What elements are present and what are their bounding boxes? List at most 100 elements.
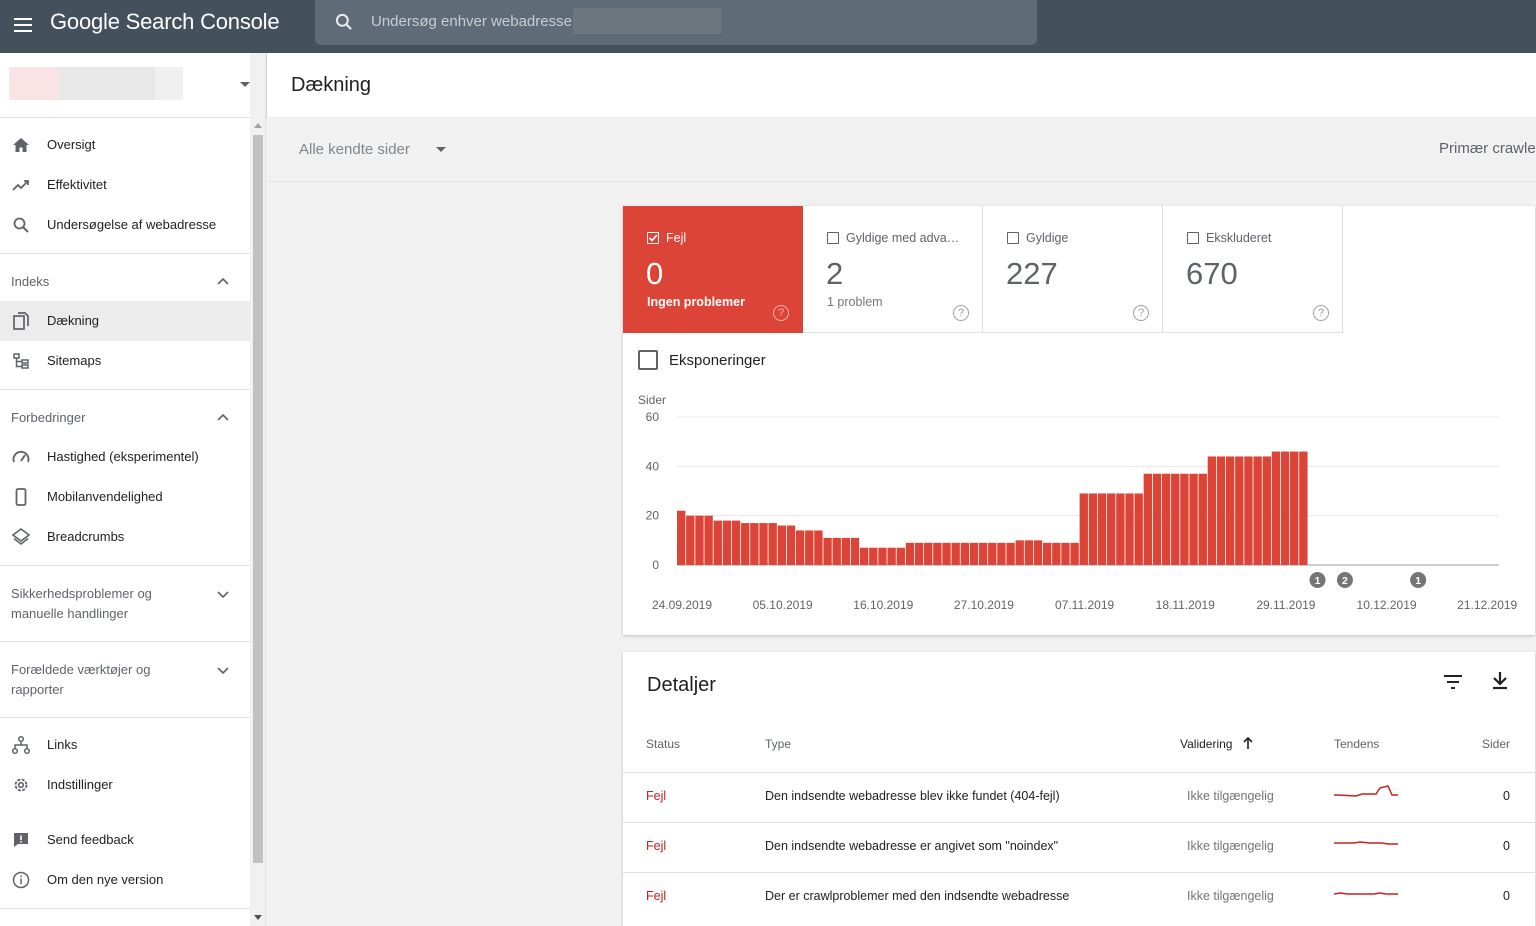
status-tile-errors[interactable]: Fejl 0 Ingen problemer? [623,206,803,333]
pages-filter-select[interactable]: Alle kendte sider [299,141,410,158]
chart-bar [869,547,878,565]
column-trend[interactable]: Tendens [1334,737,1379,751]
trend-sparkline [1334,892,1398,895]
sidebar-item-undersøgelse-af-webadresse[interactable]: Undersøgelse af webadresse [0,205,250,245]
sidebar-item-indstillinger[interactable]: Indstillinger [0,765,250,805]
menu-icon[interactable] [11,13,35,37]
chart-bar [1079,493,1088,565]
chart-bar [1244,456,1253,565]
redacted-text [573,8,721,34]
row-type: Der er crawlproblemer med den indsendte … [765,889,1070,903]
help-icon[interactable]: ? [773,305,789,321]
x-tick-label: 10.12.2019 [1357,598,1417,612]
checkbox[interactable] [638,350,658,370]
chart-bar [841,537,851,565]
chart-bar [1161,473,1171,565]
chart-bar [814,530,823,565]
filter-icon[interactable] [1443,672,1463,692]
chart-bar [786,525,796,565]
section-index[interactable]: Indeks [0,262,250,302]
chart-bar [777,525,786,565]
section-enhancements[interactable]: Forbedringer [0,398,250,438]
checkbox[interactable] [1007,232,1019,244]
chart-bar [704,515,713,565]
checkbox[interactable] [647,232,659,244]
sidebar-item-dækning[interactable]: Dækning [0,301,250,341]
chart-bar [677,510,686,565]
chart-bar [1180,473,1189,565]
search-input[interactable] [371,10,591,32]
status-tile-valid[interactable]: Gyldige 227? [983,206,1163,333]
chart-bar [969,542,979,565]
row-status: Fejl [646,789,667,803]
x-tick-label: 27.10.2019 [954,598,1014,612]
sidebar-item-send-feedback[interactable]: Send feedback [0,820,250,860]
page-header: Dækning [267,53,1536,117]
property-selector[interactable] [9,67,183,100]
chart-bar [1198,473,1207,565]
help-icon[interactable]: ? [953,305,969,321]
chart-bar [978,542,988,565]
chart-bar [860,547,869,565]
chart-bar [960,542,969,565]
sidebar-item-links[interactable]: Links [0,725,250,765]
sidebar-item-sitemaps[interactable]: Sitemaps [0,341,250,381]
help-icon[interactable]: ? [1133,305,1149,321]
chevron-down-icon[interactable] [240,82,250,87]
sidebar-item-label: Om den nye version [47,872,164,887]
column-validation[interactable]: Validering [1180,737,1232,751]
status-tile-excluded[interactable]: Ekskluderet 670? [1163,206,1343,333]
checkbox[interactable] [1187,232,1199,244]
chart-bar [850,537,860,565]
chart-bar [1290,451,1299,565]
annotation-label: 1 [1415,575,1421,587]
chart-bar [823,537,832,565]
sidebar-item-mobilanvendelighed[interactable]: Mobilanvendelighed [0,477,250,517]
row-type: Den indsendte webadresse er angivet som … [765,839,1059,853]
help-icon[interactable]: ? [1313,305,1329,321]
x-tick-label: 16.10.2019 [853,598,913,612]
download-icon[interactable] [1490,670,1510,690]
sidebar-item-label: Indstillinger [47,777,113,792]
sidebar-scrollbar[interactable] [250,117,266,926]
table-row[interactable]: Fejl Den indsendte webadresse blev ikke f… [623,772,1535,822]
sidebar-item-hastighed-eksperimentel[interactable]: Hastighed (eksperimentel) [0,437,250,477]
url-inspection-search[interactable] [315,0,1037,45]
table-row[interactable]: Fejl Der er crawlproblemer med den indsen… [623,872,1535,922]
chevron-up-icon [217,413,229,421]
home-icon [13,138,29,152]
trend-sparkline [1334,841,1398,845]
chart-bar [896,547,905,565]
sidebar-item-label: Undersøgelse af webadresse [47,217,217,232]
sitemap-icon [13,353,29,369]
chart-bar [1226,456,1235,565]
y-tick-label: 20 [646,509,660,523]
section-security[interactable]: Sikkerhedsproblemer og manuelle handling… [0,574,250,640]
chart-bar [686,515,695,565]
column-type[interactable]: Type [765,737,791,751]
app-title[interactable]: Google Search Console [50,9,280,35]
section-legacy-tools[interactable]: Forældede værktøjer og rapporter [0,650,250,716]
chart-bar [951,542,960,565]
tile-label: Gyldige [1026,231,1069,245]
status-tile-valid-warnings[interactable]: Gyldige med adva… 2 1 problem? [803,206,983,333]
chart-bar [1088,493,1098,565]
sidebar-item-breadcrumbs[interactable]: Breadcrumbs [0,517,250,557]
row-status: Fejl [646,889,667,903]
details-card: Detaljer Status Type Validering Tendens … [623,652,1535,926]
chart-bar [1134,493,1143,565]
table-row[interactable]: Fejl Den indsendte webadresse er angivet … [623,822,1535,872]
chart-bar [1107,493,1116,565]
sidebar-item-label: Breadcrumbs [47,529,125,544]
sidebar-item-om-den-nye-version[interactable]: Om den nye version [0,860,250,900]
column-pages[interactable]: Sider [1482,737,1510,751]
column-status[interactable]: Status [646,737,680,751]
sidebar-item-effektivitet[interactable]: Effektivitet [0,165,250,205]
chevron-down-icon[interactable] [436,147,446,152]
row-validation: Ikke tilgængelig [1187,839,1274,853]
row-type: Den indsendte webadresse blev ikke funde… [765,789,1060,803]
chart-bar [905,542,915,565]
sidebar-item-oversigt[interactable]: Oversigt [0,125,250,165]
chart-bar [741,523,750,565]
checkbox[interactable] [827,232,839,244]
